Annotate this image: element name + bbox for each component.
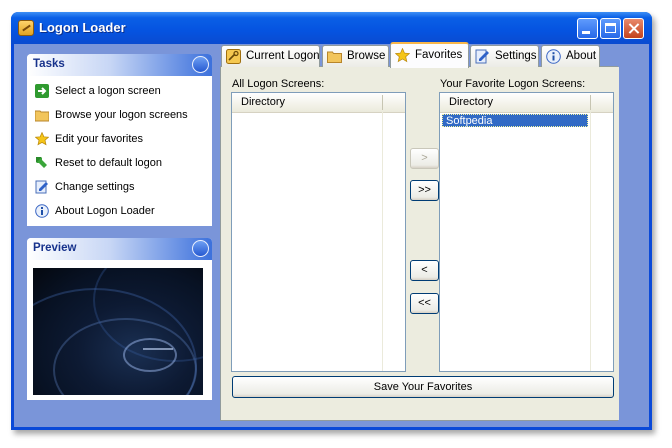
task-reset-default[interactable]: Reset to default logon	[35, 155, 210, 173]
client-area: Tasks Select a logon screen Browse your …	[14, 42, 649, 427]
all-logon-screens-label: All Logon Screens:	[232, 78, 325, 90]
tab-favorites[interactable]: Favorites	[390, 42, 469, 68]
task-label: About Logon Loader	[55, 205, 155, 217]
task-label: Reset to default logon	[55, 157, 163, 169]
task-label: Browse your logon screens	[55, 109, 188, 121]
remove-button[interactable]: <	[410, 260, 439, 281]
close-button[interactable]	[623, 18, 644, 39]
column-header-directory: Directory	[449, 96, 494, 108]
tasks-panel-title: Tasks	[33, 58, 65, 70]
tab-about[interactable]: About	[541, 45, 600, 67]
list-header[interactable]: Directory	[232, 93, 405, 113]
task-label: Edit your favorites	[55, 133, 144, 145]
preview-panel: Preview	[27, 238, 212, 400]
list-item[interactable]: Softpedia	[442, 114, 588, 127]
preview-panel-title: Preview	[33, 242, 77, 254]
task-label: Change settings	[55, 181, 135, 193]
star-icon	[35, 132, 49, 146]
settings-icon	[35, 180, 48, 194]
tab-label: Settings	[495, 50, 537, 62]
remove-all-button[interactable]: <<	[410, 293, 439, 314]
task-edit-favorites[interactable]: Edit your favorites	[35, 131, 210, 149]
minimize-button[interactable]	[577, 18, 598, 39]
preview-panel-header[interactable]: Preview	[27, 238, 212, 260]
task-change-settings[interactable]: Change settings	[35, 179, 210, 197]
settings-icon	[475, 49, 489, 64]
maximize-button[interactable]	[600, 18, 621, 39]
info-icon	[35, 204, 49, 218]
folder-icon	[35, 110, 49, 122]
tab-label: Browse	[347, 50, 386, 62]
list-header[interactable]: Directory	[440, 93, 613, 113]
tab-browse[interactable]: Browse	[322, 45, 389, 67]
collapse-chevron-icon[interactable]	[192, 56, 209, 73]
folder-icon	[327, 51, 342, 63]
add-all-button[interactable]: >>	[410, 180, 439, 201]
tasks-panel-header[interactable]: Tasks	[27, 54, 212, 76]
add-button[interactable]: >	[410, 148, 439, 169]
task-browse-logon[interactable]: Browse your logon screens	[35, 107, 210, 125]
task-about[interactable]: About Logon Loader	[35, 203, 210, 221]
window-title: Logon Loader	[39, 20, 126, 35]
reset-arrow-icon	[36, 157, 47, 168]
tab-control: Current Logon Browse Favorites Settings …	[220, 42, 619, 421]
list-item-label: Softpedia	[446, 115, 493, 127]
favorite-logon-screens-label: Your Favorite Logon Screens:	[440, 78, 586, 90]
column-header-directory: Directory	[241, 96, 286, 108]
key-icon	[226, 49, 241, 64]
green-arrow-icon	[35, 84, 49, 98]
tab-label: About	[566, 50, 597, 62]
save-favorites-button[interactable]: Save Your Favorites	[232, 376, 614, 398]
tab-current-logon[interactable]: Current Logon	[221, 45, 320, 67]
tab-label: Favorites	[415, 49, 463, 61]
tab-label: Current Logon	[246, 50, 320, 62]
info-icon	[546, 49, 561, 64]
tasks-panel: Tasks Select a logon screen Browse your …	[27, 54, 212, 226]
favorite-logon-screens-list[interactable]: Directory Softpedia	[439, 92, 614, 372]
star-icon	[395, 48, 410, 63]
app-window: Logon Loader Tasks Select a logon screen…	[11, 12, 652, 430]
collapse-chevron-icon[interactable]	[192, 240, 209, 257]
title-bar[interactable]: Logon Loader	[11, 12, 652, 44]
key-icon	[18, 20, 34, 36]
task-select-logon[interactable]: Select a logon screen	[35, 83, 210, 101]
logon-preview-image	[33, 268, 203, 395]
task-label: Select a logon screen	[55, 85, 161, 97]
tab-settings[interactable]: Settings	[470, 45, 539, 67]
favorites-panel: All Logon Screens: Your Favorite Logon S…	[221, 67, 619, 420]
all-logon-screens-list[interactable]: Directory	[231, 92, 406, 372]
